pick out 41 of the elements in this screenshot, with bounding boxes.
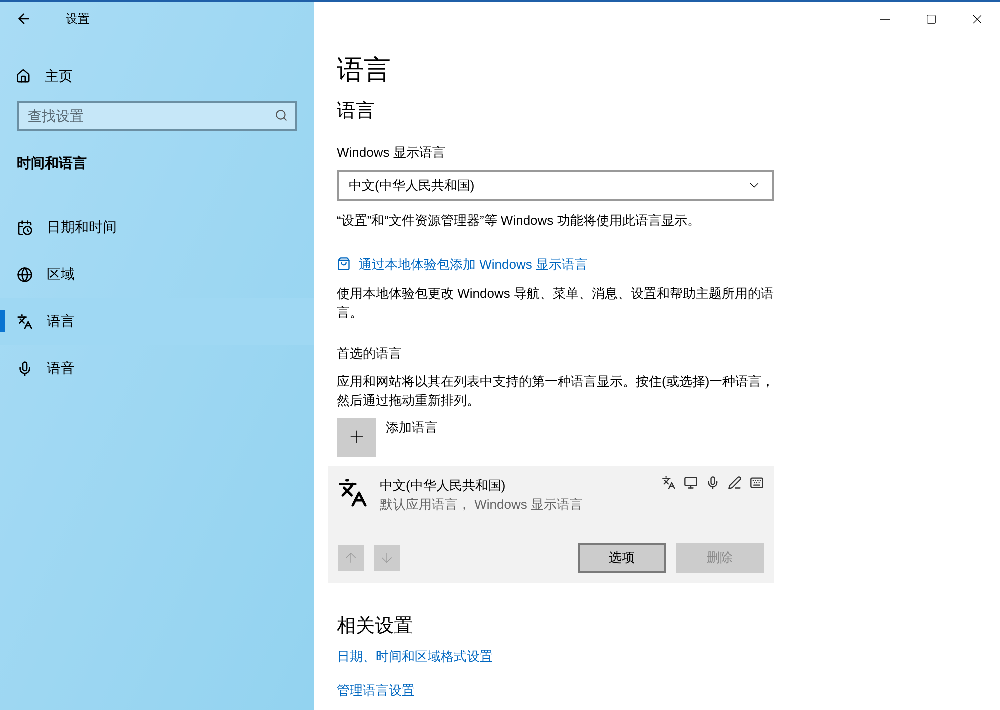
maximize-icon (926, 14, 936, 24)
field-label: Windows 显示语言 (337, 144, 446, 162)
language-detail: 默认应用语言， Windows 显示语言 (380, 496, 584, 514)
globe-icon (17, 266, 33, 282)
related-link[interactable]: 管理语言设置 (337, 680, 1000, 700)
section-heading: 时间和语言 (17, 154, 88, 173)
language-icon (17, 314, 33, 330)
store-link[interactable]: 通过本地体验包添加 Windows 显示语言 (337, 254, 784, 274)
selection-indicator (0, 310, 5, 332)
description-text: 应用和网站将以其在列表中支持的第一种语言显示。按住(或选择)一种语言，然后通过拖动重新排列。 (337, 372, 776, 410)
language-name: 中文(中华人民共和国) (380, 476, 507, 495)
sidebar-item[interactable]: 区域 (0, 251, 314, 298)
sidebar-item[interactable]: 语言 (0, 298, 314, 345)
language-icon (338, 478, 368, 508)
home-icon (16, 68, 31, 84)
shopping-bag-icon (337, 257, 351, 272)
section-title: 语言 (337, 100, 376, 124)
microphone-icon (706, 476, 720, 490)
calendar-clock-icon (17, 220, 33, 236)
add-language-label: 添加语言 (386, 418, 438, 436)
section-label: 首选的语言 (337, 345, 403, 363)
add-language-button[interactable] (337, 418, 376, 456)
sidebar-item[interactable]: 日期和时间 (0, 204, 314, 251)
section-title: 相关设置 (337, 614, 414, 638)
language-feature-icon (662, 476, 676, 490)
action-button[interactable]: 选项 (578, 542, 666, 572)
home-item[interactable]: 主页 (16, 61, 298, 91)
description-text: 使用本地体验包更改 Windows 导航、菜单、消息、设置和帮助主题所用的语言。 (337, 285, 775, 322)
window-title: 设置 (66, 11, 90, 28)
sidebar-item[interactable]: 语音 (0, 345, 314, 392)
related-link[interactable]: 日期、时间和区域格式设置 (337, 647, 1000, 666)
minimize-icon (880, 18, 890, 20)
monitor-icon (684, 476, 698, 490)
search-icon (275, 109, 288, 122)
page-title: 语言 (337, 54, 392, 87)
keyboard-icon (750, 476, 764, 490)
language-dropdown[interactable]: 中文(中华人民共和国) (337, 170, 774, 201)
microphone-icon (17, 360, 33, 376)
pen-icon (728, 476, 742, 490)
description-text: “设置”和“文件资源管理器”等 Windows 功能将使用此语言显示。 (337, 212, 702, 230)
search-field[interactable]: 查找设置 (17, 101, 297, 131)
